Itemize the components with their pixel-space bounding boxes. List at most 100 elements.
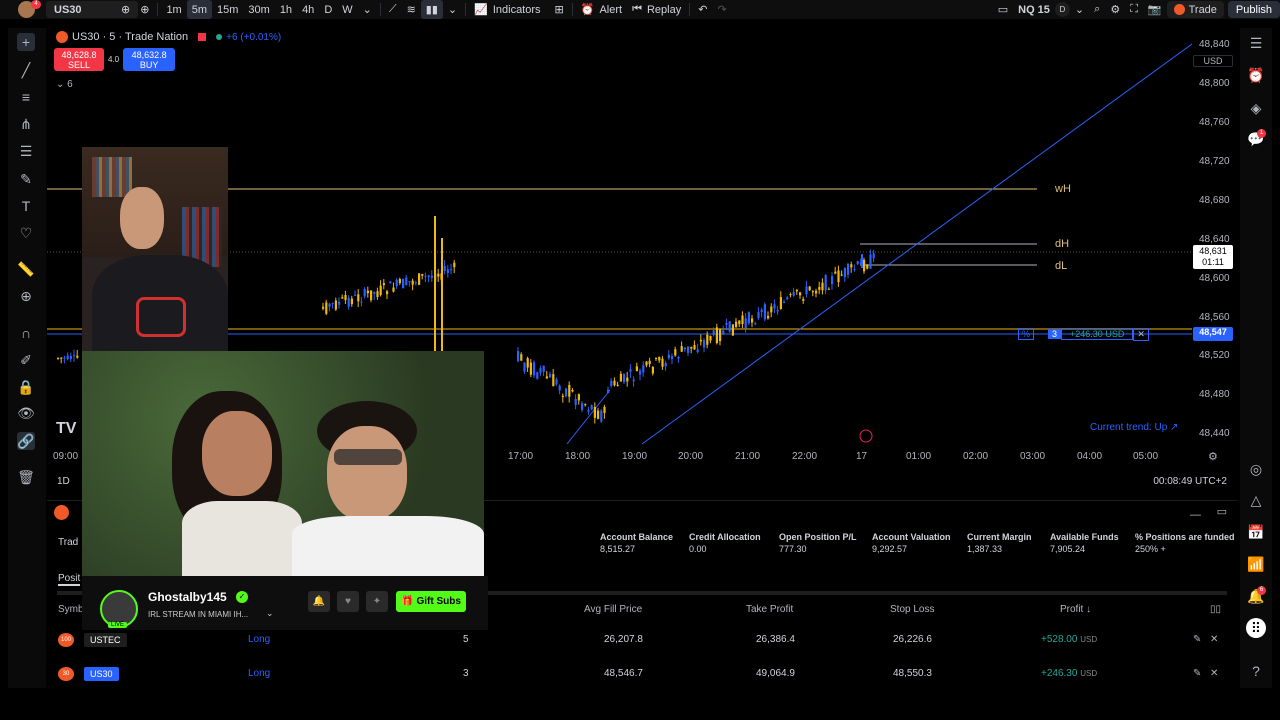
candle-body [418, 273, 421, 285]
magnet-icon[interactable]: ∩ [17, 324, 35, 342]
tf-5m[interactable]: 5m [186, 0, 212, 19]
triangle-icon[interactable]: △ [1246, 490, 1266, 510]
row-take-profit[interactable]: 26,386.4 [756, 634, 795, 645]
gear-icon[interactable]: ⚙ [1105, 0, 1125, 19]
trendline-icon[interactable]: ╱ [17, 61, 35, 79]
link-icon[interactable]: 🔗 [17, 432, 35, 450]
tf-1m[interactable]: 1m [161, 0, 186, 19]
time-tick-label: 22:00 [792, 451, 818, 462]
indicators-toggle[interactable]: ⌄ 6 [56, 79, 73, 90]
search-icon[interactable]: ⌕ [1089, 0, 1105, 19]
gift-icon: 🎁 [401, 596, 414, 607]
tf-d[interactable]: D [319, 0, 337, 19]
close-icon[interactable]: ✕ [1210, 634, 1218, 645]
candle-body [667, 354, 670, 359]
trade-button[interactable]: Trade [1166, 1, 1224, 18]
feed-icon[interactable]: 📶 [1246, 554, 1266, 574]
candle-body [706, 334, 709, 345]
row-qty: 3 [463, 668, 469, 679]
templates-icon[interactable]: ⊞ [550, 0, 569, 19]
replay-button[interactable]: ⏮ Replay [627, 0, 686, 19]
candle-body [347, 297, 350, 307]
tf-1h[interactable]: 1h [275, 0, 297, 19]
row-stop-loss[interactable]: 48,550.3 [893, 668, 932, 679]
buy-button[interactable]: 48,632.8 BUY [123, 48, 176, 71]
col-avg-fill[interactable]: Avg Fill Price [584, 604, 642, 615]
undo-icon[interactable]: ↶ [693, 0, 712, 19]
row-symbol[interactable]: USTEC [84, 633, 127, 647]
fib-icon[interactable]: ☰ [17, 142, 35, 160]
gift-subs-button[interactable]: 🎁 Gift Subs [396, 591, 466, 612]
pin-icon[interactable]: ✦ [366, 591, 388, 612]
streamer-name[interactable]: Ghostalby145 [148, 590, 227, 604]
currency-selector[interactable]: USD [1193, 55, 1233, 67]
indicators-button[interactable]: 📈 Indicators [469, 0, 545, 19]
lock-icon[interactable]: 🔒 [17, 378, 35, 396]
legend-title[interactable]: US30 · 5 · Trade Nation [72, 31, 188, 43]
zoom-icon[interactable]: ⊕ [17, 287, 35, 305]
row-take-profit[interactable]: 49,064.9 [756, 668, 795, 679]
target-icon[interactable]: ◎ [1246, 459, 1266, 479]
minimize-icon[interactable]: — [1190, 509, 1201, 521]
chat-icon[interactable]: 💬 1 [1246, 129, 1266, 149]
pencil-lock-icon[interactable]: ✐ [17, 351, 35, 369]
crosshair-icon[interactable]: + [17, 33, 35, 51]
brush-icon[interactable]: ✎ [17, 170, 35, 188]
grid-apps-icon[interactable]: ⠿ [1246, 618, 1266, 638]
tf-30m[interactable]: 30m [243, 0, 274, 19]
col-profit[interactable]: Profit ↓ [1060, 604, 1091, 615]
close-icon[interactable]: ✕ [1210, 668, 1218, 679]
panel-tab-trade[interactable]: Trad [58, 537, 78, 548]
col-take-profit[interactable]: Take Profit [746, 604, 793, 615]
tf-15m[interactable]: 15m [212, 0, 243, 19]
range-1d[interactable]: 1D [57, 476, 70, 487]
area-chart-icon[interactable]: ≋ [402, 0, 421, 19]
tf-4h[interactable]: 4h [297, 0, 319, 19]
columns-settings-icon[interactable]: ▯▯ [1210, 604, 1221, 615]
row-symbol[interactable]: US30 [84, 667, 119, 681]
line-chart-icon[interactable]: ⟋ [384, 0, 402, 19]
pitchfork-icon[interactable]: ⋔ [17, 115, 35, 133]
chevron-down-icon[interactable]: ⌄ [443, 0, 462, 19]
horizontal-lines-icon[interactable]: ≡ [17, 88, 35, 106]
alert-button[interactable]: ⏰ Alert [576, 0, 627, 19]
redo-icon[interactable]: ↷ [712, 0, 731, 19]
close-position-icon[interactable]: ✕ [1133, 327, 1149, 341]
help-icon[interactable]: ? [1246, 661, 1266, 681]
tf-w[interactable]: W [337, 0, 357, 19]
text-icon[interactable]: T [17, 197, 35, 215]
position-line-tag[interactable]: % 3 +246.30 USD ✕ [1018, 327, 1149, 341]
edit-icon[interactable]: ✎ [1193, 634, 1201, 645]
candle-body [786, 297, 789, 300]
compare-icon[interactable]: ⊕ [116, 0, 135, 19]
bell-icon[interactable]: 🔔 [308, 591, 330, 612]
maximize-panel-icon[interactable]: ▭ [1217, 505, 1227, 518]
maximize-icon[interactable]: ⛶ [1125, 0, 1143, 19]
heart-icon[interactable]: ♡ [17, 224, 35, 242]
calendar-icon[interactable]: 📅 [1246, 522, 1266, 542]
candles-icon[interactable]: ▮▮ [420, 0, 443, 19]
chevron-down-icon[interactable]: ⌄ [266, 608, 274, 619]
bell-icon[interactable]: 🔔 6 [1246, 586, 1266, 606]
sell-button[interactable]: 48,628.8 SELL [54, 48, 104, 71]
add-symbol-icon[interactable]: ⊕ [135, 0, 154, 19]
fullscreen-layout-icon[interactable]: ▭ [993, 0, 1013, 19]
publish-button[interactable]: Publish [1227, 1, 1280, 18]
camera-icon[interactable]: 📷 [1143, 0, 1167, 19]
chevron-down-icon[interactable]: ⌄ [358, 0, 377, 19]
position-percent-icon[interactable]: % [1018, 328, 1035, 340]
row-stop-loss[interactable]: 26,226.6 [893, 634, 932, 645]
gear-icon[interactable]: ⚙ [1208, 450, 1218, 463]
layout-name[interactable]: NQ 15 [1013, 0, 1055, 19]
clock[interactable]: 00:08:49 UTC+2 [1153, 476, 1227, 487]
col-stop-loss[interactable]: Stop Loss [890, 604, 934, 615]
trash-icon[interactable]: 🗑 [17, 468, 35, 486]
panel-tab-positions[interactable]: Posit [58, 573, 81, 586]
account-metric: Account Balance 8,515.27 [600, 531, 673, 555]
heart-icon[interactable]: ♥ [337, 591, 359, 612]
chevron-down-icon[interactable]: ⌄ [1070, 0, 1089, 19]
layers-icon[interactable]: ◈ [1246, 98, 1266, 118]
ruler-icon[interactable]: 📏 [17, 260, 35, 278]
edit-icon[interactable]: ✎ [1193, 668, 1201, 679]
eye-icon[interactable]: 👁 [17, 404, 35, 422]
